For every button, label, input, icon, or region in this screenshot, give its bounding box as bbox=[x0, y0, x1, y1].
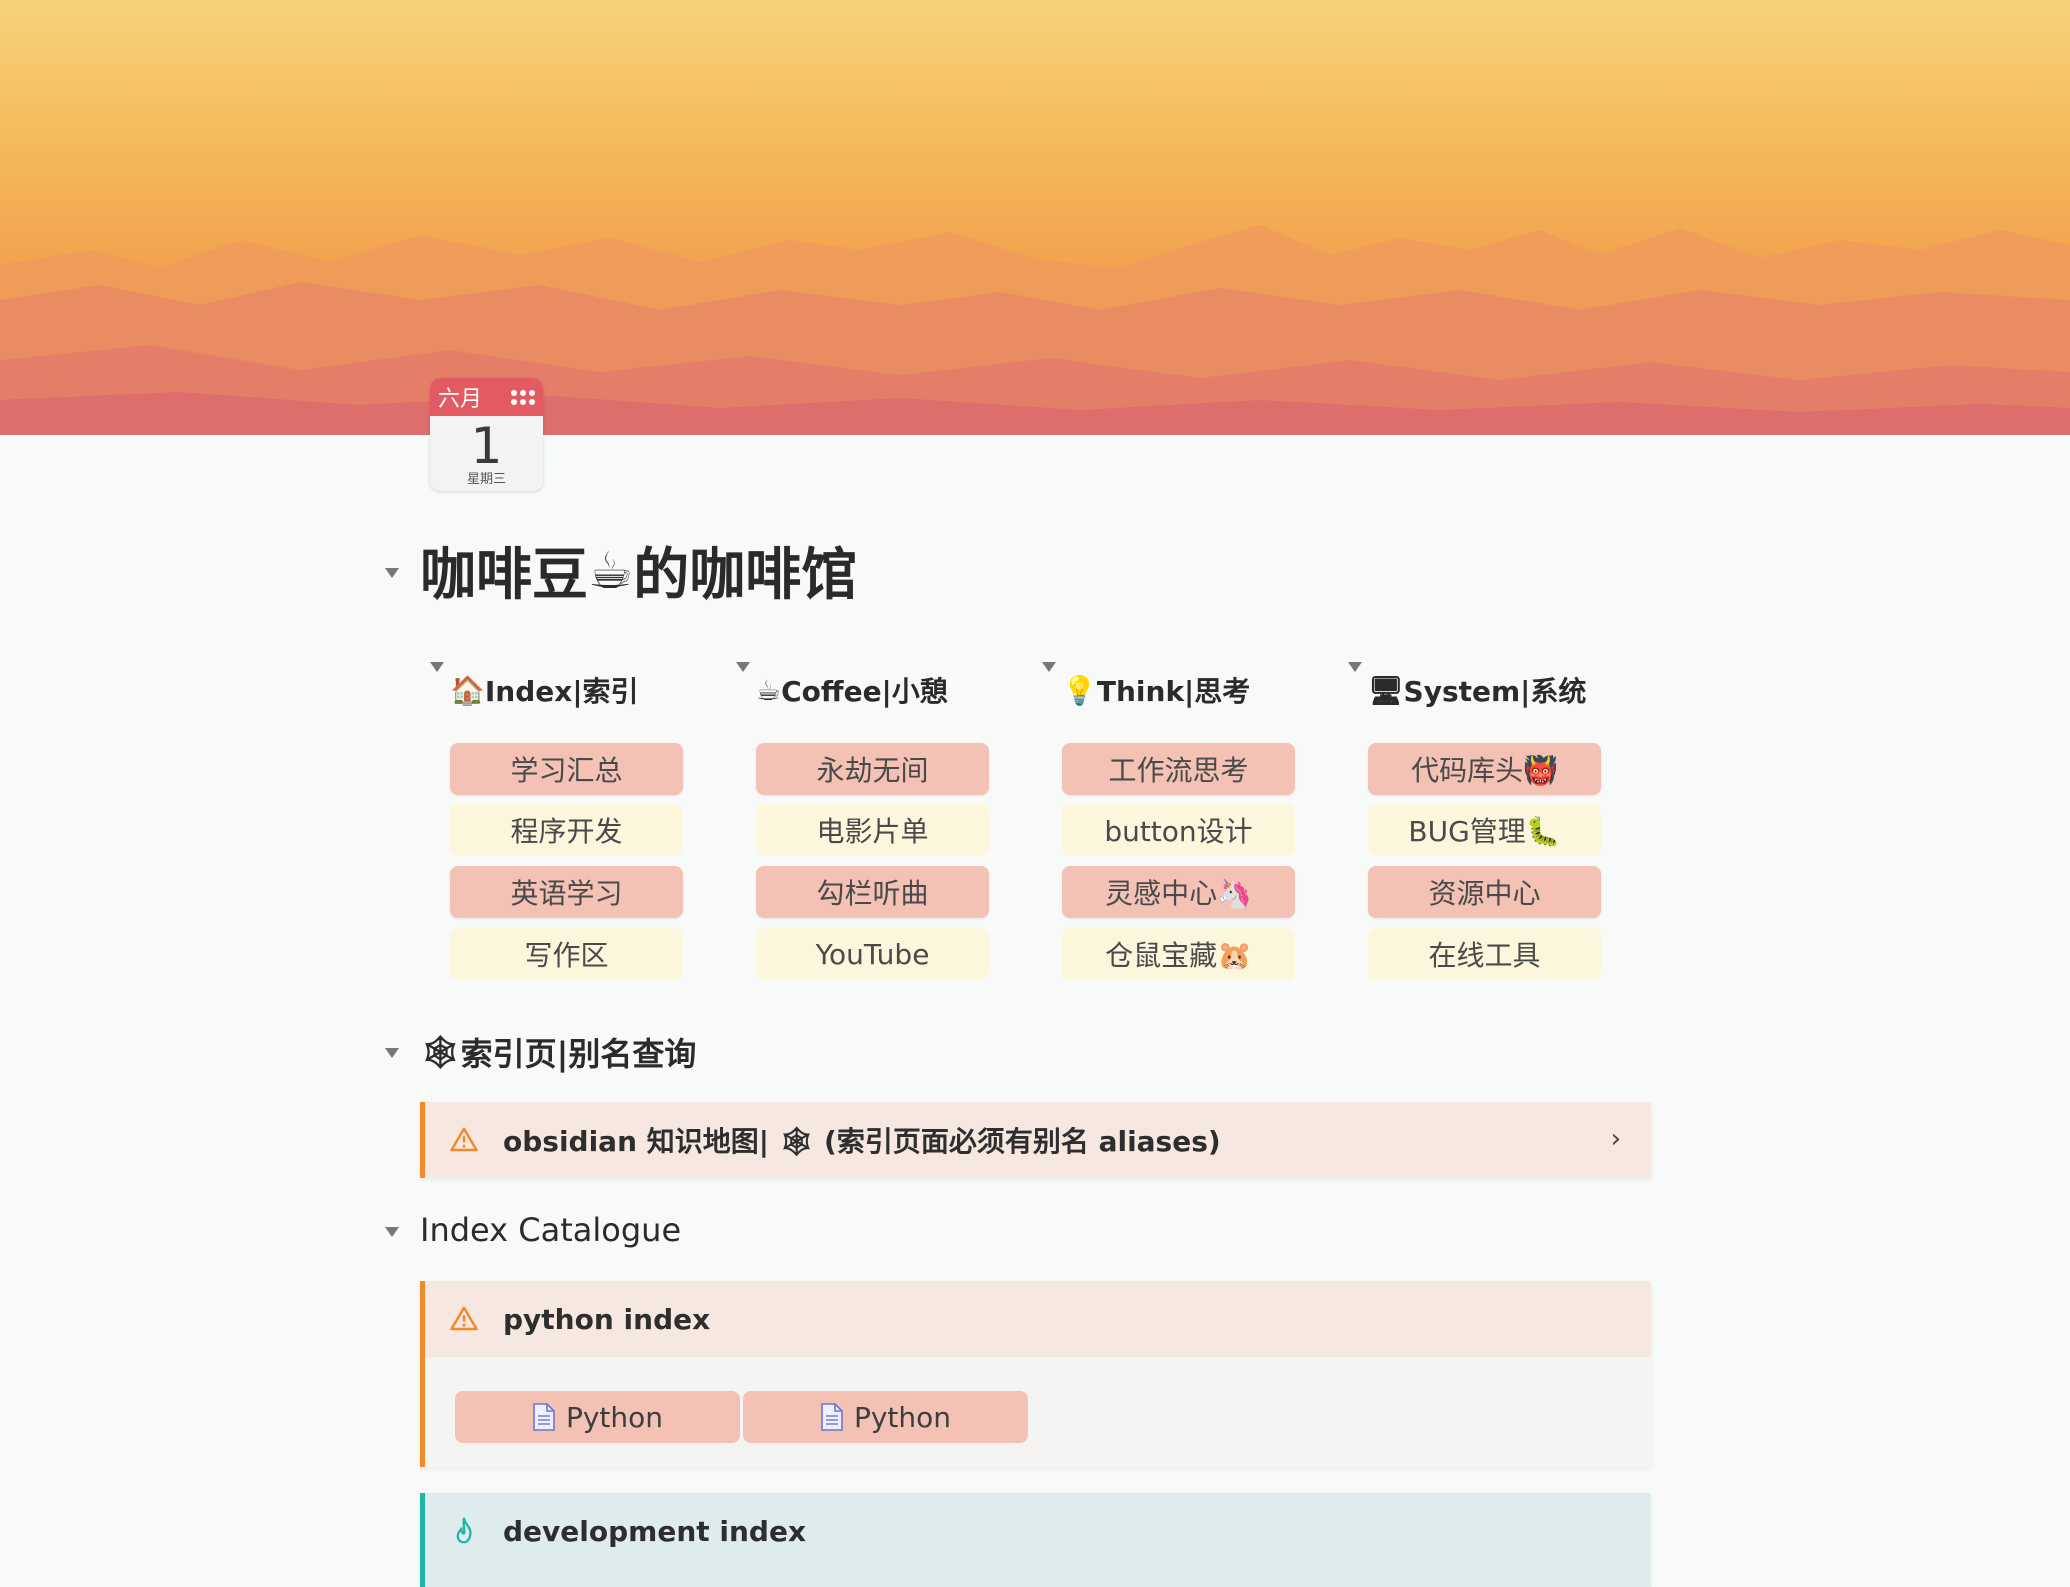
calendar-month-bar: 六月 bbox=[430, 378, 543, 416]
document-icon bbox=[533, 1403, 555, 1431]
coffee-icon: ☕ bbox=[588, 540, 634, 600]
calendar-month: 六月 bbox=[438, 387, 483, 412]
column-think-heading: 💡 Think|思考 bbox=[1042, 660, 1322, 720]
lightbulb-icon: 💡 bbox=[1062, 673, 1097, 707]
callout-python-title[interactable]: python index bbox=[425, 1281, 1651, 1357]
callout-development-title[interactable]: development index bbox=[425, 1493, 1651, 1569]
button-inspiration-center[interactable]: 灵感中心🦄 bbox=[1062, 866, 1295, 918]
collapse-caret-icon[interactable] bbox=[736, 662, 750, 672]
button-english-study[interactable]: 英语学习 bbox=[450, 866, 683, 918]
coffee-icon: ☕ bbox=[756, 673, 782, 707]
warning-icon bbox=[450, 1127, 478, 1152]
button-code-repo[interactable]: 代码库头👹 bbox=[1368, 743, 1601, 795]
file-link-python[interactable]: Python bbox=[743, 1391, 1028, 1443]
column-coffee: ☕ Coffee|小憩 永劫无间 电影片单 勾栏听曲 YouTube bbox=[736, 660, 1016, 980]
column-coffee-heading: ☕ Coffee|小憩 bbox=[736, 660, 1016, 720]
button-writing-area[interactable]: 写作区 bbox=[450, 928, 683, 980]
column-index-heading: 🏠 Index|索引 bbox=[430, 660, 710, 720]
calendar-day: 1 bbox=[470, 417, 503, 475]
page-title-text-a: 咖啡豆 bbox=[420, 542, 588, 608]
collapse-caret-icon[interactable] bbox=[1348, 662, 1362, 672]
column-index: 🏠 Index|索引 学习汇总 程序开发 英语学习 写作区 bbox=[430, 660, 710, 980]
button-naraka[interactable]: 永劫无间 bbox=[756, 743, 989, 795]
column-think: 💡 Think|思考 工作流思考 button设计 灵感中心🦄 仓鼠宝藏🐹 bbox=[1042, 660, 1322, 980]
cover-image bbox=[0, 0, 2070, 435]
callout-alias-title: obsidian 知识地图| 🕸 (索引页面必须有别名 aliases) bbox=[425, 1102, 1651, 1178]
button-resource-center[interactable]: 资源中心 bbox=[1368, 866, 1601, 918]
calendar-weekday: 星期三 bbox=[466, 472, 506, 487]
file-link-label: Python bbox=[565, 1400, 664, 1434]
button-button-design[interactable]: button设计 bbox=[1062, 804, 1295, 856]
callout-python-body: Python Python bbox=[425, 1357, 1651, 1467]
callout-alias[interactable]: obsidian 知识地图| 🕸 (索引页面必须有别名 aliases) › bbox=[420, 1102, 1651, 1178]
button-youtube[interactable]: YouTube bbox=[756, 928, 989, 980]
document-icon bbox=[821, 1403, 843, 1431]
page-icon-calendar[interactable]: 六月 1 星期三 bbox=[430, 378, 543, 491]
column-index-label: Index|索引 bbox=[484, 675, 639, 708]
button-study-summary[interactable]: 学习汇总 bbox=[450, 743, 683, 795]
monitor-icon: 🖥 bbox=[1368, 673, 1404, 707]
section-alias-label: 索引页|别名查询 bbox=[460, 1035, 697, 1073]
file-link-python[interactable]: Python bbox=[455, 1391, 740, 1443]
collapse-caret-icon[interactable] bbox=[1042, 662, 1056, 672]
button-workflow-thinking[interactable]: 工作流思考 bbox=[1062, 743, 1295, 795]
house-icon: 🏠 bbox=[450, 673, 485, 707]
column-system-heading: 🖥 System|系统 bbox=[1348, 660, 1628, 720]
page-title-text-b: 的咖啡馆 bbox=[633, 542, 858, 608]
button-online-tools[interactable]: 在线工具 bbox=[1368, 928, 1601, 980]
callout-alias-label: obsidian 知识地图| 🕸 (索引页面必须有别名 aliases) bbox=[503, 1125, 1221, 1158]
button-program-dev[interactable]: 程序开发 bbox=[450, 804, 683, 856]
column-system-label: System|系统 bbox=[1403, 675, 1587, 708]
column-think-label: Think|思考 bbox=[1096, 675, 1251, 708]
collapse-title-caret-icon[interactable] bbox=[385, 568, 399, 578]
button-bug-manage[interactable]: BUG管理🐛 bbox=[1368, 804, 1601, 856]
file-link-label: Python bbox=[853, 1400, 952, 1434]
button-music[interactable]: 勾栏听曲 bbox=[756, 866, 989, 918]
collapse-alias-caret-icon[interactable] bbox=[385, 1048, 399, 1058]
calendar-dots-icon bbox=[511, 389, 535, 405]
page-title: 咖啡豆 ☕ 的咖啡馆 bbox=[420, 530, 857, 610]
flame-icon bbox=[456, 1517, 472, 1544]
callout-development-index: development index bbox=[420, 1493, 1651, 1587]
section-alias-heading: 🕸 索引页|别名查询 bbox=[420, 1027, 696, 1077]
web-icon: 🕸 bbox=[420, 1033, 461, 1071]
callout-python-label: python index bbox=[503, 1302, 711, 1336]
button-hamster-treasure[interactable]: 仓鼠宝藏🐹 bbox=[1062, 928, 1295, 980]
button-movie-list[interactable]: 电影片单 bbox=[756, 804, 989, 856]
section-catalogue-heading: Index Catalogue bbox=[420, 1211, 682, 1249]
column-coffee-label: Coffee|小憩 bbox=[781, 675, 948, 708]
collapse-catalogue-caret-icon[interactable] bbox=[385, 1227, 399, 1237]
column-system: 🖥 System|系统 代码库头👹 BUG管理🐛 资源中心 在线工具 bbox=[1348, 660, 1628, 980]
collapse-caret-icon[interactable] bbox=[430, 662, 444, 672]
warning-icon bbox=[450, 1306, 478, 1331]
chevron-right-icon[interactable]: › bbox=[1611, 1124, 1621, 1154]
callout-python-index: python index Python Python bbox=[420, 1281, 1651, 1467]
callout-development-label: development index bbox=[503, 1514, 807, 1548]
